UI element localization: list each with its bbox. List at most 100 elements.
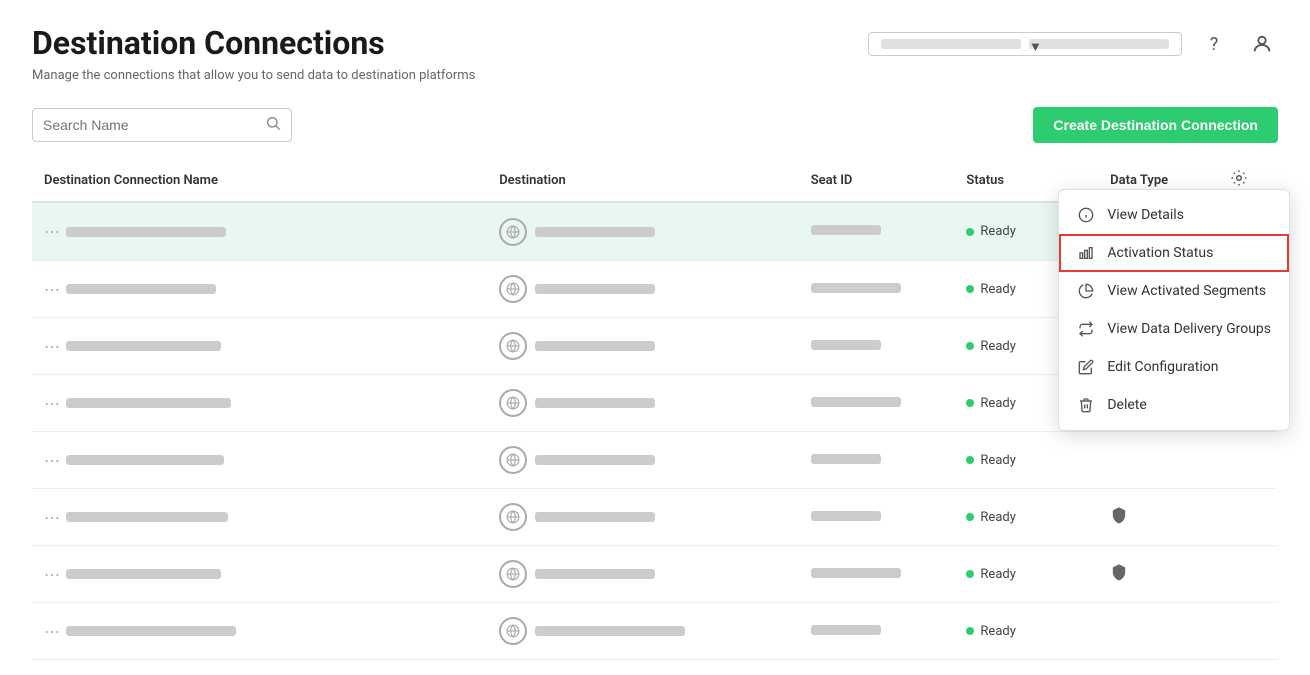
org-select-dropdown[interactable]: ▼ bbox=[868, 32, 1182, 56]
destination-text bbox=[535, 227, 655, 237]
destination-icon bbox=[499, 617, 527, 645]
row-seat-id-cell bbox=[799, 318, 955, 375]
row-handle-icon: ⋯ bbox=[44, 565, 58, 584]
row-name-text bbox=[66, 341, 221, 351]
destination-text bbox=[535, 626, 685, 636]
bar-chart-icon bbox=[1077, 244, 1095, 262]
row-name-text bbox=[66, 398, 231, 408]
menu-label-view-details: View Details bbox=[1107, 207, 1184, 223]
status-dot bbox=[966, 228, 974, 236]
shield-icon bbox=[1110, 563, 1128, 581]
row-destination-cell bbox=[487, 202, 798, 261]
status-text: Ready bbox=[980, 453, 1015, 468]
status-text: Ready bbox=[980, 339, 1015, 354]
seat-id-value bbox=[811, 511, 881, 521]
row-name-cell: ⋯ bbox=[32, 432, 487, 489]
row-destination-cell bbox=[487, 432, 798, 489]
table-row: ⋯ Ready bbox=[32, 432, 1278, 489]
seat-id-value bbox=[811, 225, 881, 235]
menu-item-view-data-delivery-groups[interactable]: View Data Delivery Groups bbox=[1059, 310, 1289, 348]
row-actions-cell bbox=[1218, 489, 1278, 546]
context-menu: View Details Activation Status View Acti… bbox=[1058, 189, 1290, 431]
menu-item-activation-status[interactable]: Activation Status bbox=[1059, 234, 1289, 272]
destination-text bbox=[535, 569, 655, 579]
page-title: Destination Connections bbox=[32, 24, 475, 62]
menu-item-view-details[interactable]: View Details bbox=[1059, 196, 1289, 234]
destination-icon bbox=[499, 446, 527, 474]
toolbar: Create Destination Connection bbox=[0, 91, 1310, 159]
destination-text bbox=[535, 398, 655, 408]
destination-icon bbox=[499, 332, 527, 360]
menu-label-activation-status: Activation Status bbox=[1107, 245, 1213, 261]
page-header: Destination Connections Manage the conne… bbox=[0, 0, 1310, 91]
menu-item-delete[interactable]: Delete bbox=[1059, 386, 1289, 424]
shield-icon bbox=[1110, 506, 1128, 524]
status-text: Ready bbox=[980, 624, 1015, 639]
seat-id-value bbox=[811, 340, 881, 350]
destination-text bbox=[535, 512, 655, 522]
destination-icon bbox=[499, 389, 527, 417]
row-seat-id-cell bbox=[799, 546, 955, 603]
destination-icon bbox=[499, 275, 527, 303]
row-handle-icon: ⋯ bbox=[44, 222, 58, 241]
destination-text bbox=[535, 284, 655, 294]
row-name-cell: ⋯ bbox=[32, 546, 487, 603]
table-row: ⋯ Ready bbox=[32, 546, 1278, 603]
menu-item-edit-configuration[interactable]: Edit Configuration bbox=[1059, 348, 1289, 386]
seat-id-value bbox=[811, 568, 901, 578]
row-seat-id-cell bbox=[799, 489, 955, 546]
row-seat-id-cell bbox=[799, 202, 955, 261]
menu-label-view-data-delivery-groups: View Data Delivery Groups bbox=[1107, 321, 1271, 337]
row-seat-id-cell bbox=[799, 603, 955, 660]
col-header-seat-id: Seat ID bbox=[799, 159, 955, 202]
seat-id-value bbox=[811, 454, 881, 464]
row-data-type-cell bbox=[1098, 489, 1218, 546]
row-handle-icon: ⋯ bbox=[44, 451, 58, 470]
row-data-type-cell bbox=[1098, 432, 1218, 489]
row-handle-icon: ⋯ bbox=[44, 622, 58, 641]
row-name-cell: ⋯ bbox=[32, 375, 487, 432]
row-status-cell: Ready bbox=[954, 603, 1098, 660]
row-handle-icon: ⋯ bbox=[44, 508, 58, 527]
pencil-icon bbox=[1077, 358, 1095, 376]
row-name-cell: ⋯ bbox=[32, 318, 487, 375]
row-destination-cell bbox=[487, 489, 798, 546]
row-name-text bbox=[66, 455, 224, 465]
row-data-type-cell bbox=[1098, 603, 1218, 660]
row-name-text bbox=[66, 569, 221, 579]
search-input[interactable] bbox=[43, 117, 257, 133]
destination-text bbox=[535, 341, 655, 351]
create-destination-button[interactable]: Create Destination Connection bbox=[1033, 107, 1278, 143]
search-box bbox=[32, 108, 292, 142]
status-text: Ready bbox=[980, 224, 1015, 239]
header-left: Destination Connections Manage the conne… bbox=[32, 24, 475, 83]
row-status-cell: Ready bbox=[954, 489, 1098, 546]
col-header-destination: Destination bbox=[487, 159, 798, 202]
seat-id-value bbox=[811, 625, 881, 635]
menu-label-view-activated-segments: View Activated Segments bbox=[1107, 283, 1266, 299]
row-name-cell: ⋯ bbox=[32, 489, 487, 546]
row-name-text bbox=[66, 284, 216, 294]
arrows-icon bbox=[1077, 320, 1095, 338]
row-actions-cell bbox=[1218, 603, 1278, 660]
row-seat-id-cell bbox=[799, 261, 955, 318]
row-name-cell: ⋯ bbox=[32, 202, 487, 261]
status-dot bbox=[966, 342, 974, 350]
status-text: Ready bbox=[980, 282, 1015, 297]
pie-chart-icon bbox=[1077, 282, 1095, 300]
row-data-type-cell bbox=[1098, 546, 1218, 603]
menu-label-delete: Delete bbox=[1107, 397, 1146, 413]
user-icon[interactable] bbox=[1246, 28, 1278, 60]
row-handle-icon: ⋯ bbox=[44, 337, 58, 356]
seat-id-value bbox=[811, 283, 901, 293]
status-dot bbox=[966, 285, 974, 293]
status-dot bbox=[966, 456, 974, 464]
status-text: Ready bbox=[980, 510, 1015, 525]
row-status-cell: Ready bbox=[954, 432, 1098, 489]
table-row: ⋯ Ready bbox=[32, 603, 1278, 660]
menu-item-view-activated-segments[interactable]: View Activated Segments bbox=[1059, 272, 1289, 310]
status-dot bbox=[966, 513, 974, 521]
table-container: Destination Connection Name Destination … bbox=[0, 159, 1310, 660]
help-icon[interactable]: ? bbox=[1198, 28, 1230, 60]
destination-icon bbox=[499, 560, 527, 588]
